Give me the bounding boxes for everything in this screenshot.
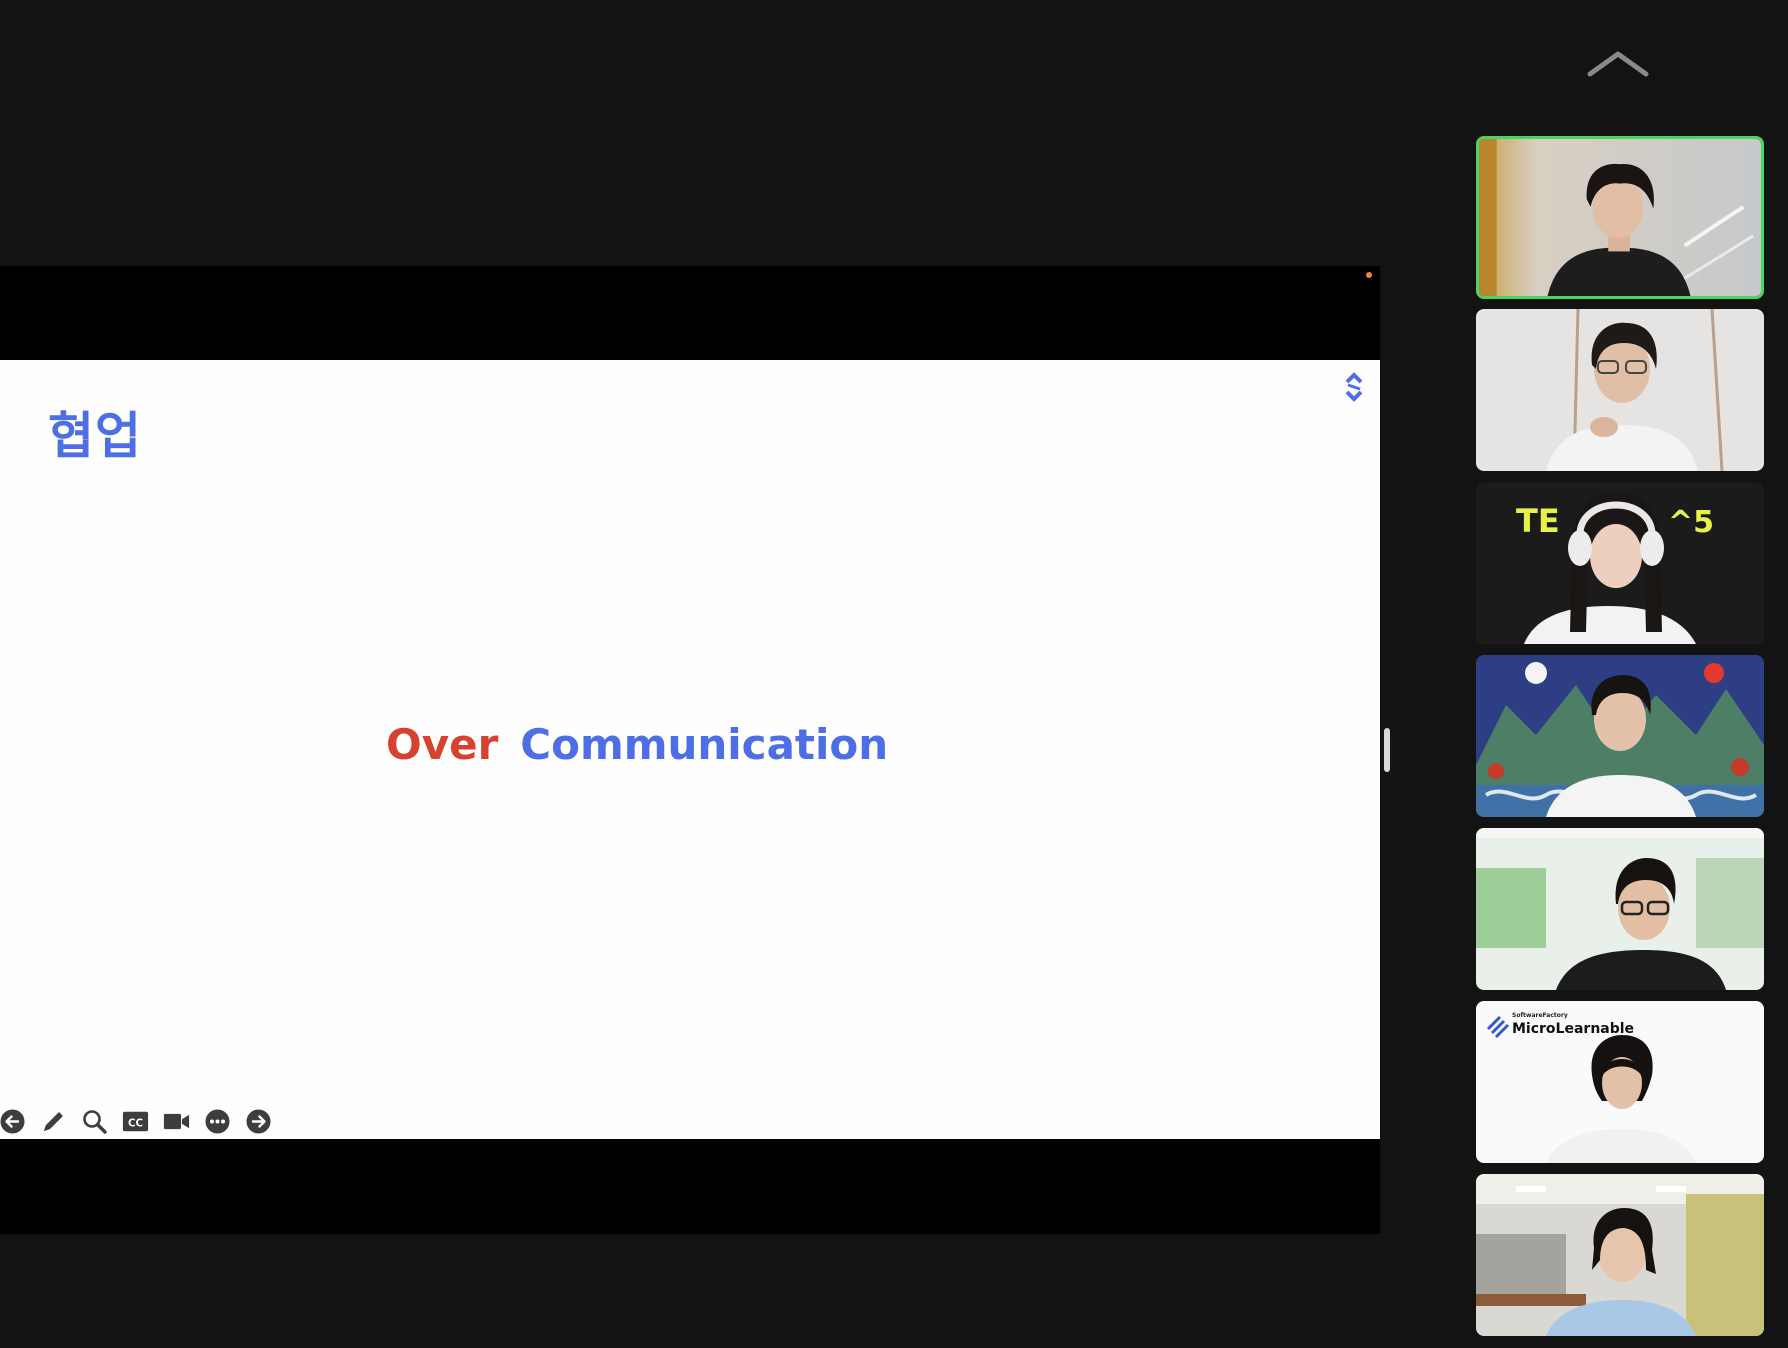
- pen-tool-button[interactable]: [40, 1108, 67, 1135]
- participant-video: [1476, 1174, 1764, 1336]
- arrow-right-icon: [246, 1109, 271, 1133]
- more-icon: [205, 1109, 230, 1133]
- previous-slide-button[interactable]: [0, 1108, 26, 1135]
- slide-title: 협업: [48, 407, 142, 465]
- participant-tile[interactable]: [1476, 828, 1764, 990]
- participant-tile[interactable]: SoftwareFactory MicroLearnable: [1476, 1001, 1764, 1163]
- participant-video: [1476, 309, 1764, 471]
- video-camera-icon: [163, 1113, 190, 1129]
- svg-text:TE: TE: [1516, 502, 1560, 540]
- participant-tile[interactable]: TE ^5: [1476, 482, 1764, 644]
- slide-logo-icon: [1345, 372, 1363, 402]
- participant-video: [1476, 655, 1764, 817]
- panel-resize-handle[interactable]: [1384, 728, 1390, 772]
- presentation-slide: 협업 Over Communication CC: [0, 360, 1380, 1139]
- more-options-button[interactable]: [204, 1108, 231, 1135]
- participant-tile[interactable]: [1476, 1174, 1764, 1336]
- next-slide-button[interactable]: [245, 1108, 272, 1135]
- arrow-left-icon: [0, 1109, 25, 1133]
- svg-text:CC: CC: [128, 1117, 143, 1129]
- svg-text:MicroLearnable: MicroLearnable: [1512, 1021, 1634, 1037]
- pen-icon: [44, 1111, 63, 1131]
- magnifier-icon: [83, 1109, 107, 1134]
- svg-text:SoftwareFactory: SoftwareFactory: [1512, 1012, 1568, 1019]
- captions-button[interactable]: CC: [122, 1108, 149, 1135]
- recording-indicator-dot: [1366, 272, 1372, 278]
- participant-video: TE ^5: [1476, 482, 1764, 644]
- participant-video: SoftwareFactory MicroLearnable: [1476, 1001, 1764, 1163]
- participant-video: [1479, 139, 1761, 296]
- chevron-up-icon[interactable]: [1584, 46, 1652, 82]
- participant-tile-active-speaker[interactable]: [1476, 136, 1764, 299]
- slide-headline: Over Communication: [386, 720, 888, 769]
- shared-screen: 협업 Over Communication CC: [0, 266, 1380, 1234]
- slide-word-communication: Communication: [520, 720, 889, 769]
- closed-captions-icon: CC: [122, 1111, 149, 1131]
- camera-button[interactable]: [163, 1108, 190, 1135]
- participant-tile[interactable]: [1476, 309, 1764, 471]
- participant-tile[interactable]: [1476, 655, 1764, 817]
- svg-text:^5: ^5: [1668, 505, 1714, 540]
- zoom-button[interactable]: [81, 1108, 108, 1135]
- participant-video: [1476, 828, 1764, 990]
- slideshow-toolbar: CC: [0, 1107, 272, 1135]
- slide-word-over: Over: [386, 720, 499, 769]
